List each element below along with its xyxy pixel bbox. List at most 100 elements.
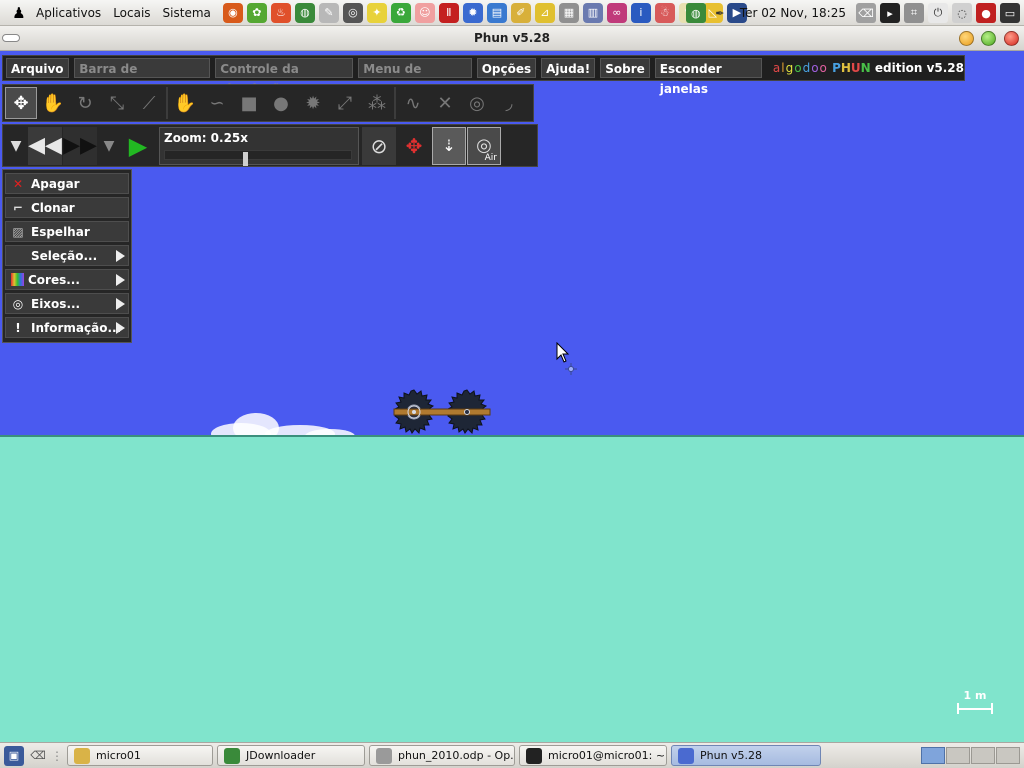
rewind-button[interactable]: ◀◀ [28,126,62,165]
menu-sistema[interactable]: Sistema [157,0,217,26]
network-tray-icon[interactable]: ◌ [952,3,972,23]
document-icon[interactable]: ▤ [486,2,507,23]
figure-icon[interactable]: ☃ [654,2,675,23]
dropdown-arrow-icon[interactable]: ▼ [98,127,120,165]
sketch-tool-icon[interactable]: ✋ [169,87,201,119]
workspace-3[interactable] [971,747,995,764]
workspace-2[interactable] [946,747,970,764]
pencil-icon[interactable]: ✐ [510,2,531,23]
play-button[interactable]: ▶ [121,127,155,165]
terminal-tray-icon[interactable]: ▸ [880,3,900,23]
chart-icon[interactable]: ▥ [582,2,603,23]
context-item-cores[interactable]: Cores... [5,269,129,290]
knife-tool-icon[interactable]: ⟋ [133,87,165,119]
zoom-control[interactable]: Zoom: 0.25x [159,126,359,166]
move-tool-icon[interactable]: ✥ [5,87,37,119]
zoom-slider-track[interactable] [164,149,352,160]
menu-ajuda[interactable]: Ajuda! [541,58,596,78]
menu-controle-da-simulação[interactable]: Controle da simulação [215,58,354,96]
gnome-foot-icon[interactable]: ♟ [8,2,30,24]
maximize-button[interactable] [981,31,996,46]
close-button[interactable] [1004,31,1019,46]
ground[interactable] [0,435,1024,742]
flame-icon[interactable]: ♨ [270,2,291,23]
menu-menu-de-contexto[interactable]: Menu de contexto [358,58,472,96]
scale-tool-icon[interactable]: ⤡ [101,87,133,119]
pen-tray-icon[interactable]: ✒ [710,3,730,23]
loop-icon[interactable]: ∞ [606,2,627,23]
zoom-search-icon[interactable]: ⊘ [362,126,396,165]
gear-icon[interactable]: ✹ [462,2,483,23]
taskbar-button[interactable]: micro01 [67,745,213,766]
leaf-icon[interactable]: ✿ [246,2,267,23]
workspace-4[interactable] [996,747,1020,764]
stop-icon[interactable]: Ⅱ [438,2,459,23]
clock[interactable]: Ter 02 Nov, 18:25 [740,6,846,20]
power-tray-icon[interactable]: ⏻ [928,3,948,23]
minimize-button[interactable] [959,31,974,46]
plane-tool-icon[interactable]: ⤢ [329,87,361,119]
record-tray-icon[interactable]: ● [976,3,996,23]
expand-arrow-icon[interactable]: ▼ [5,127,27,165]
paint-icon[interactable]: ✎ [318,2,339,23]
globe-icon[interactable]: ◍ [294,2,315,23]
menu-esconder-janelas[interactable]: Esconder janelas [654,58,762,96]
camera-icon[interactable]: ◉ [222,2,243,23]
box-tool-icon[interactable]: ■ [233,87,265,119]
context-item-apagar[interactable]: ✕ Apagar [5,173,129,194]
menu-sobre[interactable]: Sobre [600,58,650,78]
top-panel: ♟ Aplicativos Locais Sistema ◉ ✿ ♨ ◍ ✎ ◎ ✦ ♻ ☺ Ⅱ ✹… [0,0,1024,26]
mouse-cursor-icon [556,342,577,375]
context-item-espelhar[interactable]: ▨ Espelhar [5,221,129,242]
axle-tool-icon[interactable]: ◎ [461,87,493,119]
brush-tool-icon[interactable]: ∽ [201,87,233,119]
circle-tool-icon[interactable]: ● [265,87,297,119]
scale-label: 1 m [963,689,987,702]
disc-icon[interactable]: ◎ [342,2,363,23]
menu-aplicativos[interactable]: Aplicativos [30,0,107,26]
rotate-tool-icon[interactable]: ↻ [69,87,101,119]
monitor-tray-icon[interactable]: ▭ [1000,3,1020,23]
gear-cart[interactable] [392,389,492,435]
ruler-icon[interactable]: ⊿ [534,2,555,23]
trash-tray-icon[interactable]: ⌫ [856,3,876,23]
gear-tool-icon[interactable]: ✹ [297,87,329,119]
taskbar-button[interactable]: micro01@micro01: ~ [519,745,667,766]
trash-icon[interactable]: ⌫ [28,746,48,766]
taskbar-button[interactable]: JDownloader [217,745,365,766]
pig-icon[interactable]: ☺ [414,2,435,23]
simulation-canvas[interactable]: 1 m Arquivo ▾Barra de FerramentasControl… [0,51,1024,742]
tracer-tool-icon[interactable]: ◞ [493,87,525,119]
drag-hand-tool-icon[interactable]: ✋ [37,87,69,119]
taskbar-button-label: micro01 [96,749,141,762]
chain-tool-icon[interactable]: ⁂ [361,87,393,119]
globe-tray-icon[interactable]: ◍ [685,3,706,23]
gravity-toggle-icon[interactable]: ⇣ [432,126,466,165]
context-item-sele-o[interactable]: Seleção... [5,245,129,266]
window-titlebar[interactable]: Phun v5.28 [0,26,1024,51]
fast-forward-button[interactable]: ▶▶ [63,126,97,165]
context-item-informa-o[interactable]: ! Informação... [5,317,129,338]
brand-phun: PHUN [832,61,871,75]
menu-arquivo[interactable]: Arquivo ▾ [6,58,70,96]
recycle-icon[interactable]: ♻ [390,2,411,23]
fixate-tool-icon[interactable]: ✕ [429,87,461,119]
menu-barra-de-ferramentas[interactable]: Barra de Ferramentas [74,58,211,96]
workspace-1[interactable] [921,747,945,764]
menu-opções[interactable]: Opções [476,58,537,78]
gravity-arrows-icon[interactable]: ✥ [397,127,431,165]
taskbar-button[interactable]: phun_2010.odp - Op... [369,745,515,766]
context-item-label: Espelhar [31,224,90,239]
zoom-slider-thumb[interactable] [242,151,248,166]
info-icon[interactable]: i [630,2,651,23]
context-item-clonar[interactable]: ⌐ Clonar [5,197,129,218]
taskbar-button[interactable]: Phun v5.28 [671,745,821,766]
keyboard-icon[interactable]: ▦ [558,2,579,23]
spark-icon[interactable]: ✦ [366,2,387,23]
screenshot-tray-icon[interactable]: ⌗ [904,3,924,23]
air-toggle-icon[interactable]: ◎ Air [467,126,501,165]
context-item-eixos[interactable]: ◎ Eixos... [5,293,129,314]
show-desktop-icon[interactable]: ▣ [4,745,24,766]
menu-locais[interactable]: Locais [107,0,156,26]
spring-tool-icon[interactable]: ∿ [397,87,429,119]
